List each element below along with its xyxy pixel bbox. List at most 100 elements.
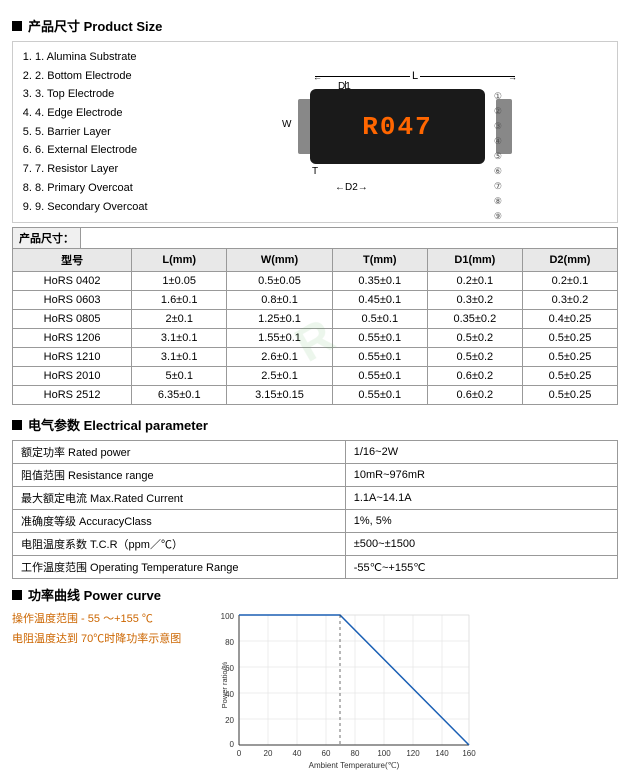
svg-text:120: 120: [406, 749, 420, 758]
table-cell: 0.55±0.1: [332, 348, 427, 367]
table-row: HoRS 20105±0.12.5±0.10.55±0.10.6±0.20.5±…: [13, 367, 618, 386]
table-cell: 0.5±0.2: [427, 329, 522, 348]
product-size-label: 产品尺寸： 型号L(mm)W(mm)T(mm)D1(mm)D2(mm) HoRS…: [12, 227, 618, 405]
dimensions-table-head: 型号L(mm)W(mm)T(mm)D1(mm)D2(mm): [13, 249, 618, 272]
table-cell: 6.35±0.1: [132, 386, 227, 405]
electrical-title: 电气参数 Electrical parameter: [28, 415, 208, 434]
param-row: 最大额定电流 Max.Rated Current1.1A~14.1A: [13, 487, 618, 510]
table-cell: 3.1±0.1: [132, 329, 227, 348]
param-row: 额定功率 Rated power1/16~2W: [13, 441, 618, 464]
table-cell: 1.55±0.1: [227, 329, 333, 348]
param-row: 电阻温度系数 T.C.R（ppm／℃）±500~±1500: [13, 533, 618, 556]
table-cell: 0.2±0.1: [522, 272, 617, 291]
section-icon-2: [12, 420, 22, 430]
param-row: 准确度等级 AccuracyClass1%, 5%: [13, 510, 618, 533]
table-header-cell: L(mm): [132, 249, 227, 272]
table-cell: 0.5±0.25: [522, 386, 617, 405]
svg-text:20: 20: [225, 716, 234, 725]
section-icon-1: [12, 21, 22, 31]
table-cell: HoRS 2010: [13, 367, 132, 386]
dimensions-table-body: HoRS 04021±0.050.5±0.050.35±0.10.2±0.10.…: [13, 272, 618, 405]
table-cell: 0.5±0.1: [332, 310, 427, 329]
product-size-section-header: 产品尺寸 Product Size: [12, 16, 618, 35]
dim-D2: ←D2→: [335, 182, 368, 193]
product-size-content: 1. Alumina Substrate2. Bottom Electrode3…: [12, 41, 618, 223]
electrical-params-table: 额定功率 Rated power1/16~2W阻值范围 Resistance r…: [12, 440, 618, 579]
dim-L-label: L: [410, 70, 420, 82]
svg-text:40: 40: [293, 749, 302, 758]
table-header-cell: 型号: [13, 249, 132, 272]
param-value: 10mR~976mR: [345, 464, 617, 487]
param-label: 额定功率 Rated power: [13, 441, 346, 464]
param-value: -55℃~+155℃: [345, 556, 617, 579]
component-list-item: 4. Edge Electrode: [35, 104, 179, 123]
diagram-area: ← L → D1 W R047 ① ② ③ ④ ⑤: [189, 48, 611, 216]
component-list: 1. Alumina Substrate2. Bottom Electrode3…: [19, 48, 179, 216]
table-cell: 0.2±0.1: [427, 272, 522, 291]
power-curve-text: 操作温度范围 - 55 ～+155 ℃ 电阻温度达到 70℃时降功率示意图: [12, 610, 192, 650]
dimensions-label-cell: 产品尺寸：: [13, 228, 81, 248]
table-cell: 0.55±0.1: [332, 386, 427, 405]
table-cell: HoRS 1206: [13, 329, 132, 348]
param-label: 最大额定电流 Max.Rated Current: [13, 487, 346, 510]
param-row: 阻值范围 Resistance range10mR~976mR: [13, 464, 618, 487]
product-size-title: 产品尺寸 Product Size: [28, 16, 162, 35]
component-list-item: 5. Barrier Layer: [35, 123, 179, 142]
svg-text:Power ratio/%: Power ratio/%: [220, 662, 229, 709]
param-value: 1%, 5%: [345, 510, 617, 533]
table-cell: 1.6±0.1: [132, 291, 227, 310]
svg-text:20: 20: [264, 749, 273, 758]
param-row: 工作温度范围 Operating Temperature Range-55℃~+…: [13, 556, 618, 579]
dim-T: T: [312, 166, 318, 177]
resistor-body: R047: [310, 89, 485, 164]
table-cell: 5±0.1: [132, 367, 227, 386]
component-ol: 1. Alumina Substrate2. Bottom Electrode3…: [19, 48, 179, 216]
power-curve-section-header: 功率曲线 Power curve: [12, 585, 618, 604]
table-row: HoRS 04021±0.050.5±0.050.35±0.10.2±0.10.…: [13, 272, 618, 291]
resistor-diagram: ← L → D1 W R047 ① ② ③ ④ ⑤: [280, 67, 520, 197]
table-cell: HoRS 0805: [13, 310, 132, 329]
table-cell: HoRS 1210: [13, 348, 132, 367]
svg-text:0: 0: [237, 749, 242, 758]
table-cell: 0.55±0.1: [332, 367, 427, 386]
param-value: ±500~±1500: [345, 533, 617, 556]
table-cell: 0.5±0.25: [522, 348, 617, 367]
svg-text:0: 0: [230, 740, 235, 749]
table-cell: HoRS 0603: [13, 291, 132, 310]
component-list-item: 1. Alumina Substrate: [35, 48, 179, 67]
table-cell: 0.5±0.25: [522, 367, 617, 386]
table-cell: 0.45±0.1: [332, 291, 427, 310]
table-row: HoRS 12063.1±0.11.55±0.10.55±0.10.5±0.20…: [13, 329, 618, 348]
table-cell: 0.6±0.2: [427, 386, 522, 405]
param-value: 1.1A~14.1A: [345, 487, 617, 510]
table-row: HoRS 06031.6±0.10.8±0.10.45±0.10.3±0.20.…: [13, 291, 618, 310]
svg-text:60: 60: [322, 749, 331, 758]
table-cell: HoRS 0402: [13, 272, 132, 291]
table-cell: 1.25±0.1: [227, 310, 333, 329]
dimensions-header-row: 型号L(mm)W(mm)T(mm)D1(mm)D2(mm): [13, 249, 618, 272]
component-list-item: 8. Primary Overcoat: [35, 179, 179, 198]
component-list-item: 9. Secondary Overcoat: [35, 198, 179, 217]
table-cell: 0.3±0.2: [427, 291, 522, 310]
table-cell: 0.6±0.2: [427, 367, 522, 386]
table-cell: 0.5±0.2: [427, 348, 522, 367]
svg-text:Ambient Temperature(℃): Ambient Temperature(℃): [309, 761, 400, 770]
table-header-cell: T(mm): [332, 249, 427, 272]
table-cell: 0.35±0.2: [427, 310, 522, 329]
component-list-item: 2. Bottom Electrode: [35, 67, 179, 86]
dimensions-table: 型号L(mm)W(mm)T(mm)D1(mm)D2(mm) HoRS 04021…: [12, 248, 618, 405]
power-curve-content: 操作温度范围 - 55 ～+155 ℃ 电阻温度达到 70℃时降功率示意图: [12, 610, 618, 773]
table-row: HoRS 12103.1±0.12.6±0.10.55±0.10.5±0.20.…: [13, 348, 618, 367]
svg-text:100: 100: [377, 749, 391, 758]
param-value: 1/16~2W: [345, 441, 617, 464]
component-list-item: 3. Top Electrode: [35, 85, 179, 104]
table-cell: HoRS 2512: [13, 386, 132, 405]
component-list-item: 7. Resistor Layer: [35, 160, 179, 179]
section-icon-3: [12, 590, 22, 600]
power-text-line1: 操作温度范围 - 55 ～+155 ℃: [12, 610, 192, 626]
callout-numbers: ① ② ③ ④ ⑤ ⑥ ⑦ ⑧ ⑨: [494, 91, 502, 222]
table-cell: 3.1±0.1: [132, 348, 227, 367]
table-cell: 2±0.1: [132, 310, 227, 329]
dim-W: W: [282, 119, 291, 130]
chart-svg: 100 80 60 40 20 0 0 20 40 60 80 100 120 …: [204, 610, 484, 770]
